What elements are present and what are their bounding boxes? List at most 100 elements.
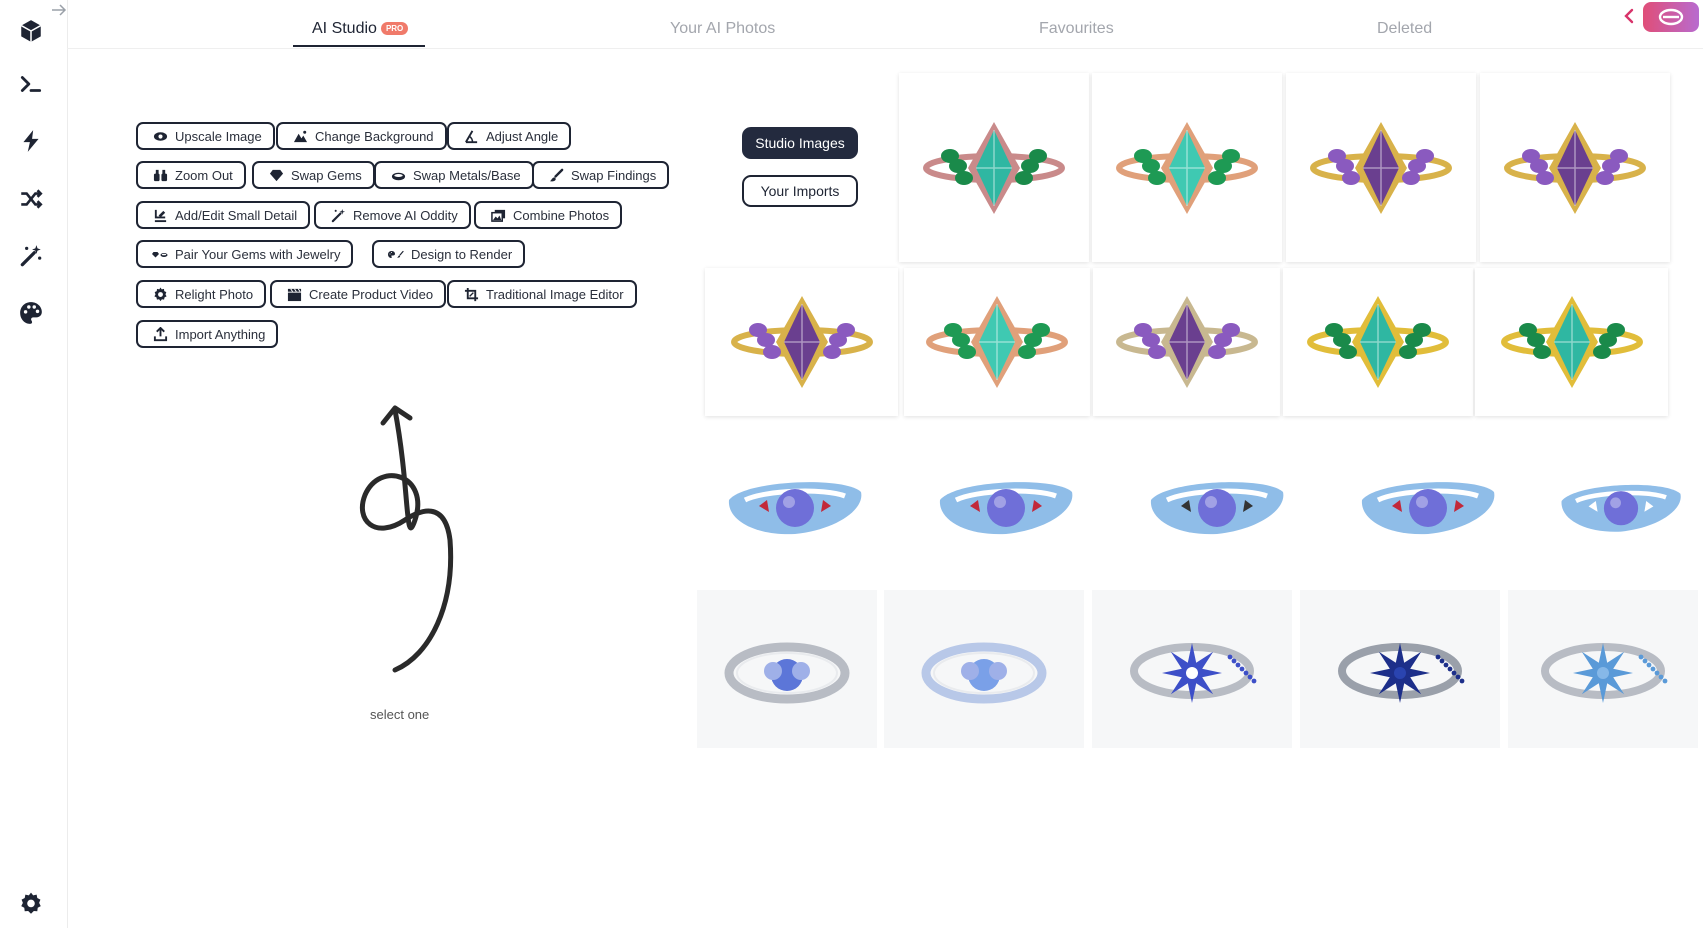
tool-label: Relight Photo — [175, 286, 254, 302]
ring-image — [921, 642, 1047, 704]
images-icon — [490, 207, 506, 223]
gallery-image-marquise-ring[interactable] — [1480, 73, 1670, 262]
swap-findings-button[interactable]: Swap Findings — [532, 161, 670, 189]
ring-image — [1307, 296, 1449, 388]
palette-brush-icon — [388, 246, 404, 262]
tool-label: Traditional Image Editor — [486, 286, 624, 302]
binoculars-icon — [152, 167, 168, 183]
swap-gems-button[interactable]: Swap Gems — [252, 161, 375, 189]
ring-image — [1150, 482, 1283, 535]
hand-drawn-arrow-icon — [359, 405, 454, 673]
tool-label: Swap Findings — [571, 167, 657, 183]
swap-metals-base-button[interactable]: Swap Metals/Base — [374, 161, 534, 189]
gallery-image-star-ring[interactable] — [1300, 590, 1500, 748]
tool-label: Swap Metals/Base — [413, 167, 521, 183]
gallery-image-marquise-ring[interactable] — [1286, 73, 1476, 262]
create-product-video-button[interactable]: Create Product Video — [270, 280, 447, 308]
add-edit-small-detail-button[interactable]: Add/Edit Small Detail — [136, 201, 311, 229]
ring-image — [1130, 643, 1257, 703]
gallery-image-silver-ring[interactable] — [884, 590, 1084, 748]
crop-icon — [463, 286, 479, 302]
combine-photos-button[interactable]: Combine Photos — [474, 201, 623, 229]
import-anything-button[interactable]: Import Anything — [136, 320, 279, 348]
palette-icon[interactable] — [14, 296, 48, 330]
gallery-image-enamel-ring[interactable] — [697, 440, 892, 580]
ring-image — [1504, 121, 1646, 214]
ring-image — [1561, 484, 1681, 532]
tool-label: Create Product Video — [309, 286, 434, 302]
tab-your-ai-photos[interactable]: Your AI Photos — [670, 20, 775, 38]
ring-image — [926, 296, 1068, 388]
ring-image — [1310, 121, 1452, 214]
gallery-image-silver-ring[interactable] — [697, 590, 877, 748]
tool-label: Swap Gems — [291, 167, 362, 183]
tool-label: Add/Edit Small Detail — [175, 207, 298, 223]
gallery-image-marquise-ring[interactable] — [1283, 268, 1473, 416]
gallery-image-enamel-ring[interactable] — [1541, 440, 1701, 580]
angle-icon — [463, 128, 479, 144]
ring-image — [1361, 482, 1494, 535]
clapper-icon — [286, 286, 302, 302]
brush-icon — [548, 167, 564, 183]
active-tab-indicator — [293, 45, 425, 47]
change-background-button[interactable]: Change Background — [276, 122, 447, 150]
ring-image — [728, 482, 861, 535]
ring-image — [1115, 296, 1258, 388]
magic-wand-icon[interactable] — [14, 239, 48, 273]
gallery-image-marquise-ring[interactable] — [904, 268, 1090, 416]
expand-arrow-icon[interactable] — [50, 2, 68, 18]
ring-image — [724, 642, 850, 704]
design-to-render-button[interactable]: Design to Render — [372, 240, 526, 268]
adjust-angle-button[interactable]: Adjust Angle — [447, 122, 572, 150]
bolt-icon[interactable] — [14, 124, 48, 158]
profile-logo-icon — [1658, 8, 1684, 26]
gallery-image-marquise-ring[interactable] — [1093, 268, 1280, 416]
gallery-image-enamel-ring[interactable] — [908, 440, 1103, 580]
edit-detail-icon — [152, 207, 168, 223]
gallery-image-marquise-ring[interactable] — [1475, 268, 1668, 416]
ring-image — [923, 121, 1065, 214]
gallery-image-marquise-ring[interactable] — [705, 268, 898, 416]
gallery-image-enamel-ring[interactable] — [1330, 440, 1525, 580]
sidebar — [0, 0, 68, 928]
cube-icon[interactable] — [14, 14, 48, 48]
tab-ai-studio[interactable]: AI Studio PRO — [312, 20, 409, 38]
tool-label: Remove AI Oddity — [353, 207, 458, 223]
gallery-image-enamel-ring[interactable] — [1119, 440, 1314, 580]
profile-button[interactable] — [1643, 2, 1699, 32]
gem-ring-icon — [152, 246, 168, 262]
pair-your-gems-with-jewelry-button[interactable]: Pair Your Gems with Jewelry — [136, 240, 354, 268]
ring-image — [1338, 643, 1465, 703]
eye-icon — [152, 128, 168, 144]
tool-label: Pair Your Gems with Jewelry — [175, 246, 341, 262]
traditional-image-editor-button[interactable]: Traditional Image Editor — [447, 280, 637, 308]
tool-label: Combine Photos — [513, 207, 610, 223]
select-one-hint: select one — [370, 707, 430, 722]
zoom-out-button[interactable]: Zoom Out — [136, 161, 246, 189]
terminal-icon[interactable] — [14, 67, 48, 101]
tab-deleted[interactable]: Deleted — [1377, 20, 1432, 38]
remove-ai-oddity-button[interactable]: Remove AI Oddity — [314, 201, 471, 229]
gallery-image-star-ring[interactable] — [1508, 590, 1698, 748]
gallery-image-star-ring[interactable] — [1092, 590, 1292, 748]
chevron-left-icon[interactable] — [1622, 6, 1636, 26]
tool-label: Upscale Image — [175, 128, 262, 144]
relight-photo-button[interactable]: Relight Photo — [136, 280, 267, 308]
tab-favourites[interactable]: Favourites — [1039, 20, 1114, 38]
pro-badge: PRO — [380, 22, 409, 35]
sun-gear-icon — [152, 286, 168, 302]
tool-label: Zoom Out — [175, 167, 233, 183]
ring-image — [1116, 121, 1258, 214]
studio-images-button[interactable]: Studio Images — [742, 127, 858, 159]
mountain-icon — [292, 128, 308, 144]
shuffle-icon[interactable] — [14, 182, 48, 216]
gallery-image-marquise-ring[interactable] — [899, 73, 1089, 262]
magic-wand-icon — [330, 207, 346, 223]
gem-icon — [268, 167, 284, 183]
gear-icon[interactable] — [14, 887, 48, 921]
your-imports-button[interactable]: Your Imports — [742, 175, 858, 207]
upload-icon — [152, 326, 168, 342]
upscale-image-button[interactable]: Upscale Image — [136, 122, 275, 150]
gallery-image-marquise-ring[interactable] — [1092, 73, 1282, 262]
tool-label: Import Anything — [175, 326, 266, 342]
